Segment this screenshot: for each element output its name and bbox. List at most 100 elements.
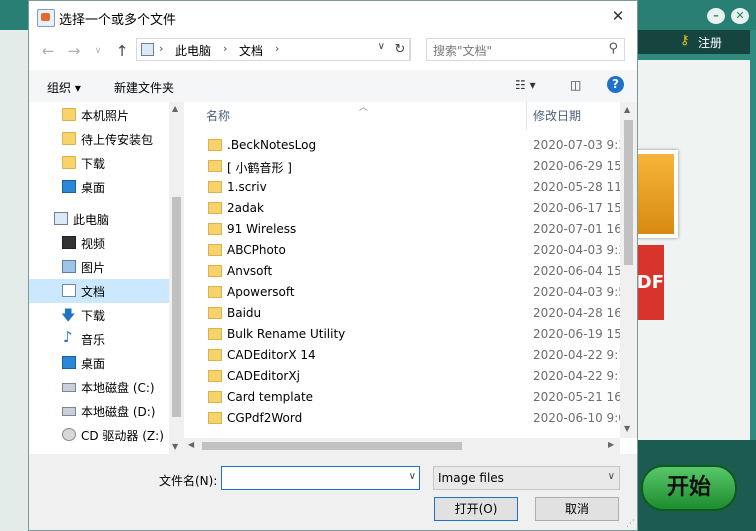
nav-item-downloads-folder[interactable]: 下载 — [29, 151, 169, 175]
organize-menu[interactable]: 组织 ▾ — [47, 79, 81, 96]
chevron-down-icon[interactable]: ∨ — [378, 41, 385, 52]
folder-icon — [208, 244, 222, 256]
cd-drive-icon — [62, 428, 76, 441]
forward-arrow-icon[interactable]: → — [65, 42, 83, 60]
nav-scrollbar[interactable]: ▲ ▼ — [169, 102, 184, 454]
close-app-button[interactable]: ✕ — [731, 8, 749, 24]
file-row[interactable]: Card template 2020-05-21 16: — [184, 387, 621, 408]
up-arrow-icon[interactable]: ↑ — [113, 42, 131, 60]
recent-locations-chevron-icon[interactable]: ∨ — [89, 42, 107, 60]
nav-item-label: 视频 — [81, 237, 106, 251]
vertical-scroll-thumb[interactable] — [624, 120, 633, 265]
file-name: 1.scriv — [227, 180, 267, 194]
preview-pane-icon[interactable]: ◫ — [570, 78, 581, 92]
file-row[interactable]: Apowersoft 2020-04-03 9:5 — [184, 282, 621, 303]
file-row[interactable]: Baidu 2020-04-28 16: — [184, 303, 621, 324]
file-date: 2020-05-21 16: — [533, 390, 621, 404]
nav-item-downloads[interactable]: 🡇 下载 — [29, 303, 169, 327]
start-button[interactable]: 开始 — [641, 465, 737, 511]
scroll-up-arrow-icon[interactable]: ▲ — [172, 104, 178, 113]
file-row[interactable]: CGPdf2Word 2020-06-10 9:0 — [184, 408, 621, 429]
file-row[interactable]: Anvsoft 2020-06-04 15: — [184, 261, 621, 282]
nav-item-desktop[interactable]: 桌面 — [29, 351, 169, 375]
chevron-right-icon[interactable]: › — [159, 42, 163, 55]
app-icon — [37, 9, 55, 27]
refresh-icon[interactable]: ↻ — [390, 38, 411, 61]
nav-item-label: 本地磁盘 (D:) — [81, 405, 156, 419]
minimize-button[interactable]: – — [707, 8, 725, 24]
file-row[interactable]: 2adak 2020-06-17 15: — [184, 198, 621, 219]
file-name: [ 小鹤音形 ] — [227, 161, 292, 175]
scroll-down-arrow-icon[interactable]: ▼ — [624, 424, 630, 433]
folder-icon — [208, 328, 222, 340]
file-row[interactable]: 91 Wireless 2020-07-01 16: — [184, 219, 621, 240]
view-options-icon[interactable]: ☷ ▾ — [515, 78, 536, 92]
scroll-down-arrow-icon[interactable]: ▼ — [172, 442, 178, 451]
nav-item-pictures[interactable]: 图片 — [29, 255, 169, 279]
address-bar[interactable]: › 此电脑 › 文档 › ∨ — [136, 38, 410, 61]
file-row[interactable]: Bulk Rename Utility 2020-06-19 15: — [184, 324, 621, 345]
nav-item-label: 图片 — [81, 261, 106, 275]
nav-item-drive-c[interactable]: 本地磁盘 (C:) — [29, 375, 169, 399]
file-row[interactable]: ABCPhoto 2020-04-03 9:3 — [184, 240, 621, 261]
file-date: 2020-07-03 9:3 — [533, 138, 621, 152]
nav-item-desktop-quick[interactable]: 桌面 — [29, 175, 169, 199]
folder-icon — [208, 391, 222, 403]
nav-item-pending-uploads[interactable]: 待上传安装包 — [29, 127, 169, 151]
filetype-select[interactable]: Image files ∨ — [433, 466, 620, 490]
scroll-up-arrow-icon[interactable]: ▲ — [624, 105, 630, 114]
close-icon[interactable]: ✕ — [607, 6, 629, 26]
file-name: 91 Wireless — [227, 222, 297, 236]
chevron-right-icon[interactable]: › — [223, 42, 227, 55]
file-rows: .BeckNotesLog 2020-07-03 9:3 [ 小鹤音形 ] 2020… — [184, 135, 621, 429]
cancel-button[interactable]: 取消 — [535, 497, 619, 521]
drive-icon — [62, 407, 76, 416]
nav-item-cd-drive[interactable]: CD 驱动器 (Z:) — [29, 423, 169, 447]
file-row[interactable]: 1.scriv 2020-05-28 11: — [184, 177, 621, 198]
help-icon[interactable]: ? — [607, 76, 624, 93]
chevron-down-icon[interactable]: ∨ — [608, 471, 615, 482]
file-row[interactable]: CADEditorXj 2020-04-22 9:1 — [184, 366, 621, 387]
file-list-vertical-scrollbar[interactable]: ▲ ▼ — [620, 102, 637, 438]
chevron-down-icon[interactable]: ∨ — [409, 471, 416, 482]
nav-item-videos[interactable]: 视频 — [29, 231, 169, 255]
nav-item-documents[interactable]: 文档 — [29, 279, 169, 303]
key-icon: ⚷ — [680, 33, 690, 48]
filename-input[interactable]: ∨ — [221, 466, 420, 490]
file-row[interactable]: [ 小鹤音形 ] 2020-06-29 15: — [184, 156, 621, 177]
file-name: .BeckNotesLog — [227, 138, 317, 152]
nav-item-this-pc[interactable]: 此电脑 — [29, 207, 169, 231]
search-box[interactable]: 搜索"文档" ⚲ — [426, 38, 625, 61]
file-row[interactable]: CADEditorX 14 2020-04-22 9:1 — [184, 345, 621, 366]
navigation-bar: ← → ∨ ↑ › 此电脑 › 文档 › ∨ ↻ 搜索"文档" ⚲ — [29, 32, 637, 70]
back-arrow-icon[interactable]: ← — [39, 42, 57, 60]
file-row[interactable]: .BeckNotesLog 2020-07-03 9:3 — [184, 135, 621, 156]
computer-icon — [141, 43, 154, 56]
open-button[interactable]: 打开(O) — [434, 497, 518, 521]
resize-grip-icon[interactable]: ⋰ — [626, 519, 635, 529]
nav-item-drive-d[interactable]: 本地磁盘 (D:) — [29, 399, 169, 423]
file-name: 2adak — [227, 201, 264, 215]
file-date: 2020-04-28 16: — [533, 306, 621, 320]
breadcrumb-this-pc[interactable]: 此电脑 — [175, 42, 211, 59]
nav-scroll-thumb[interactable] — [172, 197, 181, 417]
column-header-modified[interactable]: 修改日期 — [533, 102, 581, 130]
file-date: 2020-06-10 9:0 — [533, 411, 621, 425]
scroll-left-arrow-icon[interactable]: ◀ — [188, 440, 194, 449]
scroll-right-arrow-icon[interactable]: ▶ — [608, 440, 614, 449]
horizontal-scroll-thumb[interactable] — [202, 442, 462, 450]
register-link[interactable]: 注册 — [698, 34, 722, 51]
nav-item-music[interactable]: ♪ 音乐 — [29, 327, 169, 351]
file-list-horizontal-scrollbar[interactable]: ◀ ▶ — [184, 438, 620, 454]
new-folder-button[interactable]: 新建文件夹 — [114, 79, 174, 96]
search-icon[interactable]: ⚲ — [608, 41, 618, 56]
chevron-right-icon[interactable]: › — [275, 42, 279, 55]
nav-item-label: 待上传安装包 — [81, 133, 154, 147]
column-header-name[interactable]: 名称 — [206, 102, 230, 130]
column-divider[interactable] — [526, 102, 527, 130]
desktop-icon — [62, 356, 76, 369]
breadcrumb-documents[interactable]: 文档 — [239, 42, 263, 59]
file-date: 2020-07-01 16: — [533, 222, 621, 236]
dialog-footer: 文件名(N): ∨ Image files ∨ 打开(O) 取消 ⋰ — [29, 454, 637, 530]
nav-item-local-photos[interactable]: 本机照片 — [29, 103, 169, 127]
